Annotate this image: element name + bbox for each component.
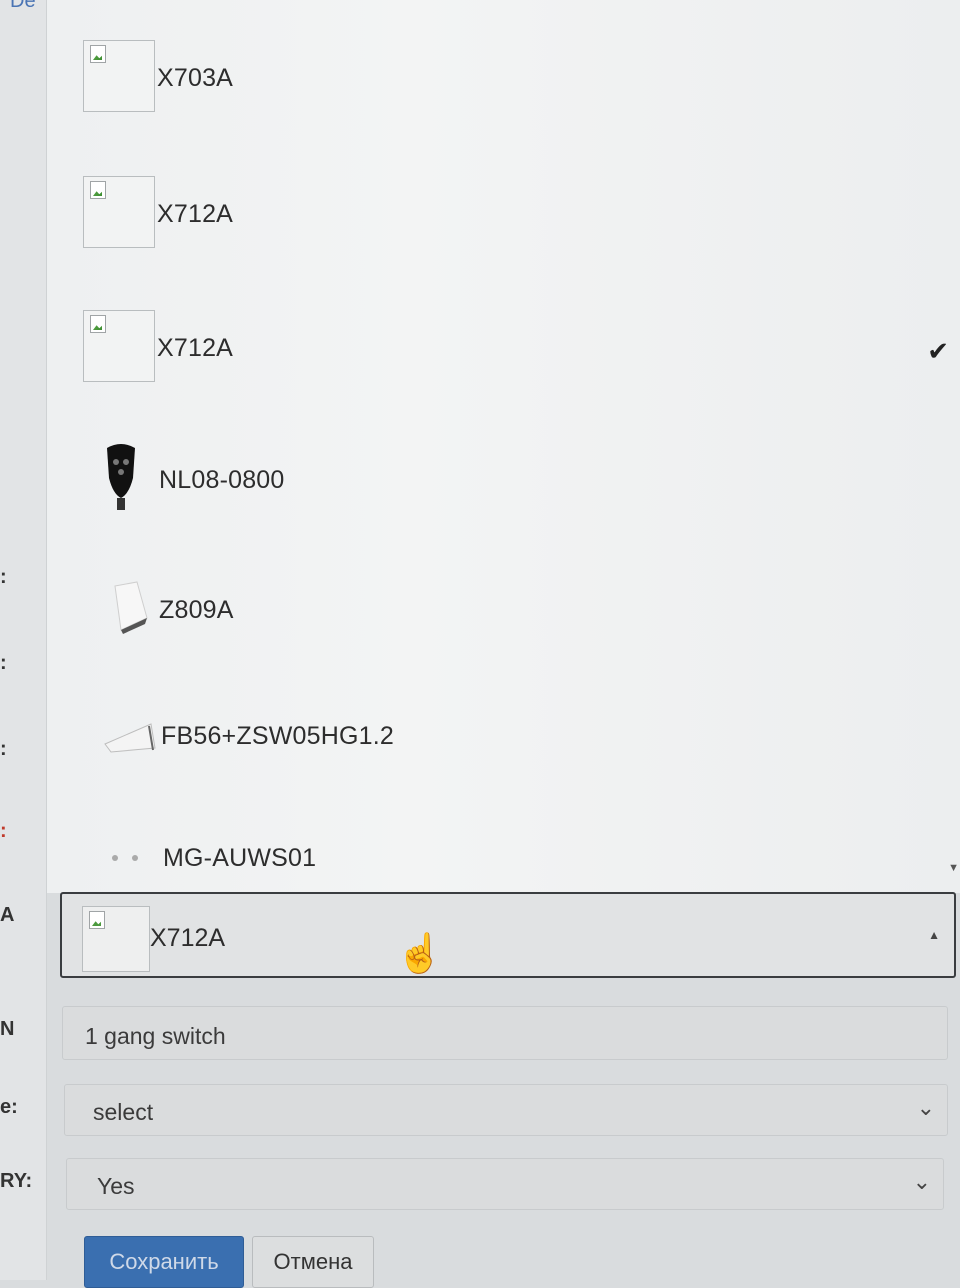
- scrollbar-down-arrow[interactable]: ▼: [948, 862, 959, 874]
- label-colon-red: :: [0, 820, 7, 842]
- broken-image-icon: [83, 40, 155, 112]
- name-input-value: 1 gang switch: [85, 1023, 226, 1049]
- form-labels-column: De : : : : A N e: RY:: [0, 0, 47, 1280]
- ry-select-value: Yes: [97, 1173, 135, 1199]
- broken-image-icon: [83, 176, 155, 248]
- dropdown-option[interactable]: X712A: [47, 152, 960, 272]
- option-label: X712A: [157, 334, 234, 362]
- dropdown-option[interactable]: Z809A: [47, 550, 960, 670]
- dropdown-option[interactable]: MG-AUWS01: [47, 798, 960, 893]
- label-name: N: [0, 1018, 15, 1040]
- chevron-down-icon: ⌄: [912, 1169, 931, 1194]
- option-label: X703A: [157, 64, 234, 92]
- option-label: FB56+ZSW05HG1.2: [161, 722, 394, 750]
- select-value: X712A: [150, 924, 226, 952]
- label-colon: :: [0, 738, 7, 760]
- model-select[interactable]: X712A ▲: [60, 892, 956, 978]
- label-model: A: [0, 904, 15, 926]
- device-dropdown-list[interactable]: X703A X712A X712A ✔ NL08-0800 Z809A FB56…: [46, 0, 960, 893]
- cut-off-label: De: [10, 0, 36, 12]
- label-colon: :: [0, 566, 7, 588]
- ry-select[interactable]: Yes ⌄: [66, 1158, 944, 1210]
- label-type: e:: [0, 1096, 18, 1118]
- option-label: Z809A: [159, 596, 234, 624]
- type-select[interactable]: select ⌄: [64, 1084, 948, 1136]
- cancel-button[interactable]: Отмена: [252, 1236, 374, 1288]
- name-input[interactable]: 1 gang switch: [62, 1006, 948, 1060]
- plug-device-icon: [107, 444, 135, 510]
- caret-up-icon[interactable]: ▲: [928, 928, 940, 942]
- dropdown-option[interactable]: X703A: [47, 16, 960, 136]
- switch-device-icon: [104, 723, 156, 753]
- label-colon: :: [0, 652, 7, 674]
- checkmark-icon: ✔: [927, 336, 949, 366]
- option-label: NL08-0800: [159, 466, 285, 494]
- save-button[interactable]: Сохранить: [84, 1236, 244, 1288]
- dropdown-option[interactable]: FB56+ZSW05HG1.2: [47, 676, 960, 796]
- broken-image-icon: [83, 310, 155, 382]
- option-label: X712A: [157, 200, 234, 228]
- label-ry: RY:: [0, 1170, 33, 1192]
- broken-image-icon: [82, 906, 150, 972]
- option-label: MG-AUWS01: [163, 844, 317, 872]
- chevron-down-icon: ⌄: [916, 1095, 935, 1120]
- wall-switch-icon: [112, 855, 138, 861]
- dropdown-option[interactable]: NL08-0800: [47, 420, 960, 540]
- hand-cursor-icon: ☝: [396, 933, 444, 975]
- dropdown-option-selected[interactable]: X712A ✔: [47, 286, 960, 406]
- type-select-value: select: [93, 1099, 154, 1125]
- sensor-device-icon: [114, 581, 148, 634]
